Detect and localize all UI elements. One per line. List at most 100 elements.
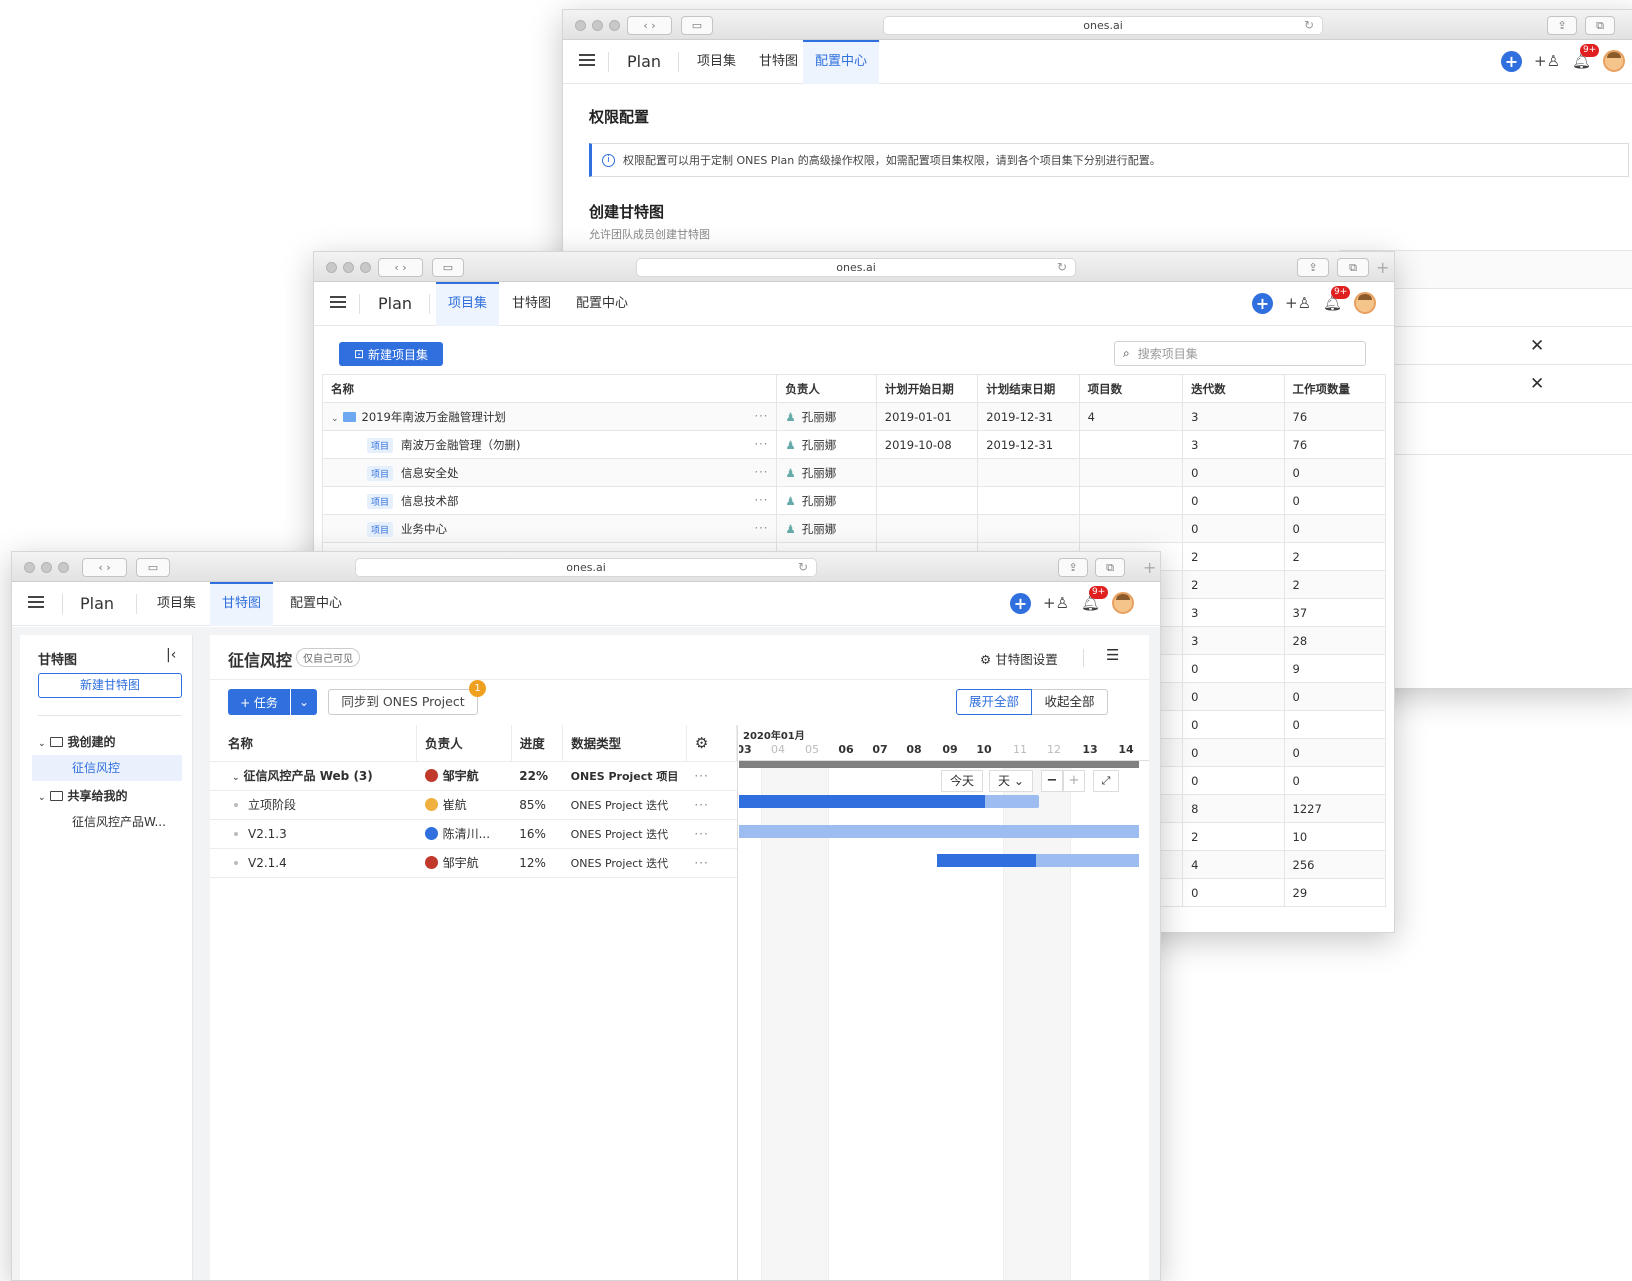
gantt-settings-button[interactable]: ⚙ 甘特图设置: [980, 649, 1058, 668]
back-forward-buttons[interactable]: ‹ ›: [378, 258, 423, 277]
bell-icon[interactable]: 🔔︎ 9+: [1572, 44, 1600, 70]
remove-icon[interactable]: ✕: [1530, 336, 1544, 356]
task-dropdown-button[interactable]: ⌄: [291, 689, 317, 715]
table-row[interactable]: ⌄ 征信风控产品 Web (3) 邹宇航 22% ONES Project 项目 …: [210, 761, 737, 791]
table-row[interactable]: V2.1.3 陈清川... 16% ONES Project 迭代 ···: [210, 819, 737, 849]
today-button[interactable]: 今天: [941, 770, 983, 792]
avatar: [424, 827, 438, 840]
invite-member-icon[interactable]: +♙: [1043, 594, 1069, 612]
menu-icon[interactable]: [579, 54, 595, 66]
bullet-icon: [234, 860, 238, 865]
chevron-down-icon[interactable]: ⌄: [331, 414, 339, 424]
more-icon[interactable]: ···: [694, 827, 708, 841]
share-icon[interactable]: ⇪: [1547, 16, 1577, 35]
window-controls[interactable]: [326, 262, 371, 273]
column-settings-icon[interactable]: ⚙: [686, 725, 738, 762]
tab-config[interactable]: 配置中心: [278, 582, 354, 626]
menu-icon[interactable]: [330, 296, 346, 308]
address-bar[interactable]: ones.ai ↻: [636, 258, 1076, 277]
sidebar-toggle-icon[interactable]: ▭: [681, 16, 713, 35]
col-progress: 进度: [511, 725, 564, 762]
reload-icon[interactable]: ↻: [1057, 260, 1067, 274]
sidebar-item-mine[interactable]: 征信风控: [32, 755, 182, 781]
collapse-sidebar-icon[interactable]: |‹: [166, 647, 176, 663]
task-bar[interactable]: [739, 825, 1139, 838]
zoom-in-icon[interactable]: +: [1063, 770, 1085, 792]
info-text: 权限配置可以用于定制 ONES Plan 的高级操作权限，如需配置项目集权限，请…: [623, 154, 1161, 167]
more-icon[interactable]: ···: [754, 409, 768, 423]
day-label: 07: [872, 743, 888, 756]
sidebar-toggle-icon[interactable]: ▭: [432, 258, 464, 277]
new-gantt-button[interactable]: 新建甘特图: [38, 673, 182, 698]
add-icon[interactable]: +: [1501, 50, 1522, 72]
group-mine[interactable]: ⌄ 我创建的: [38, 733, 116, 750]
expand-all-button[interactable]: 展开全部: [956, 689, 1032, 715]
table-row[interactable]: 立项阶段 崔航 85% ONES Project 迭代 ···: [210, 790, 737, 820]
table-row[interactable]: 项目 南波万金融管理（勿删) ··· ♟ 孔丽娜 2019-10-08 2019-12-3…: [321, 430, 1387, 459]
avatar[interactable]: [1112, 592, 1135, 614]
more-icon[interactable]: ···: [694, 769, 708, 783]
more-icon[interactable]: ···: [694, 798, 708, 812]
tab-projects[interactable]: 项目集: [685, 40, 748, 84]
reload-icon[interactable]: ↻: [798, 560, 808, 574]
back-forward-buttons[interactable]: ‹ ›: [627, 16, 672, 35]
reload-icon[interactable]: ↻: [1304, 18, 1314, 32]
share-icon[interactable]: ⇪: [1297, 258, 1329, 277]
brand: Plan: [627, 52, 662, 71]
group-shared[interactable]: ⌄ 共享给我的: [38, 787, 128, 804]
tabs-icon[interactable]: ⧉: [1337, 258, 1369, 277]
more-icon[interactable]: ···: [754, 521, 768, 535]
table-row[interactable]: 项目 信息技术部 ··· ♟ 孔丽娜 0 0: [321, 486, 1387, 515]
avatar[interactable]: [1354, 292, 1377, 314]
fullscreen-icon[interactable]: ⤢: [1093, 770, 1119, 792]
more-icon[interactable]: ···: [754, 437, 768, 451]
tab-projects[interactable]: 项目集: [145, 582, 208, 626]
sync-button[interactable]: 同步到 ONES Project: [328, 689, 478, 715]
sidebar-toggle-icon[interactable]: ▭: [136, 558, 170, 577]
more-icon[interactable]: ···: [694, 856, 708, 870]
share-icon[interactable]: ⇪: [1058, 558, 1088, 577]
bell-icon[interactable]: 🔔︎ 9+: [1323, 286, 1351, 312]
chevron-down-icon[interactable]: ⌄: [232, 773, 240, 783]
more-icon[interactable]: ···: [754, 493, 768, 507]
menu-icon[interactable]: [28, 596, 44, 608]
address-bar[interactable]: ones.ai ↻: [355, 558, 817, 577]
back-forward-buttons[interactable]: ‹ ›: [82, 558, 127, 577]
project-summary-bar[interactable]: [739, 761, 1139, 768]
list-view-icon[interactable]: ☰: [1106, 646, 1119, 664]
more-icon[interactable]: ···: [754, 465, 768, 479]
tab-projects[interactable]: 项目集: [436, 282, 500, 326]
tab-gantt[interactable]: 甘特图: [500, 282, 563, 326]
tabs-icon[interactable]: ⧉: [1095, 558, 1125, 577]
address-bar[interactable]: ones.ai ↻: [883, 16, 1323, 35]
bell-icon[interactable]: 🔔︎ 9+: [1081, 586, 1109, 612]
new-tab-icon[interactable]: +: [1143, 560, 1156, 576]
add-icon[interactable]: +: [1252, 292, 1273, 314]
tab-gantt[interactable]: 甘特图: [747, 40, 810, 84]
invite-member-icon[interactable]: +♙: [1534, 52, 1560, 70]
sidebar-item-shared[interactable]: 征信风控产品W...: [72, 813, 166, 830]
table-row[interactable]: V2.1.4 邹宇航 12% ONES Project 迭代 ···: [210, 848, 737, 878]
tab-config[interactable]: 配置中心: [564, 282, 640, 326]
table-row[interactable]: ⌄ 2019年南波万金融管理计划 ··· ♟ 孔丽娜 2019-01-01 2019-12…: [321, 402, 1387, 431]
avatar[interactable]: [1603, 50, 1626, 72]
table-row[interactable]: 项目 信息安全处 ··· ♟ 孔丽娜 0 0: [321, 458, 1387, 487]
invite-member-icon[interactable]: +♙: [1285, 294, 1311, 312]
new-tab-icon[interactable]: +: [1376, 260, 1389, 276]
search-input[interactable]: ⌕ 搜索项目集: [1114, 341, 1366, 366]
window-controls[interactable]: [24, 562, 69, 573]
task-bar[interactable]: [937, 854, 1139, 867]
tab-gantt[interactable]: 甘特图: [210, 582, 274, 626]
add-task-button[interactable]: + 任务: [228, 689, 290, 715]
tab-config[interactable]: 配置中心: [803, 40, 880, 84]
zoom-out-icon[interactable]: −: [1041, 770, 1063, 792]
scale-select[interactable]: 天 ⌄: [989, 770, 1033, 792]
remove-icon[interactable]: ✕: [1530, 374, 1544, 394]
table-row[interactable]: 项目 业务中心 ··· ♟ 孔丽娜 0 0: [321, 514, 1387, 543]
add-icon[interactable]: +: [1010, 592, 1031, 614]
new-project-set-button[interactable]: ⊡ 新建项目集: [339, 342, 443, 366]
task-bar[interactable]: [739, 795, 1039, 808]
collapse-all-button[interactable]: 收起全部: [1032, 689, 1108, 715]
tabs-icon[interactable]: ⧉: [1585, 16, 1615, 35]
window-controls[interactable]: [575, 20, 620, 31]
